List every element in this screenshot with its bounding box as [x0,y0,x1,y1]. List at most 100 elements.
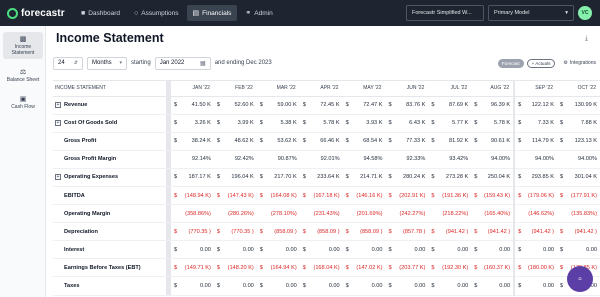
table-cell[interactable]: (231.43%) [299,204,343,224]
table-cell[interactable]: $273.28 K [428,168,472,187]
actuals-toggle[interactable]: + Actuals [526,58,556,68]
table-cell[interactable]: $90.61 K [471,132,515,151]
table-cell[interactable]: $59.00 K [256,96,300,115]
table-cell[interactable]: $41.50 K [171,96,214,115]
table-cell[interactable]: $3.93 K [342,114,386,133]
table-cell[interactable]: $3.26 K [171,114,214,133]
nav-item-dashboard[interactable]: ■ Dashboard [75,5,126,21]
table-cell[interactable]: $0.00 [171,240,214,260]
table-cell[interactable]: $5.38 K [256,114,300,133]
table-cell[interactable]: $0.00 [342,240,386,260]
table-cell[interactable]: $ (941.42 ) [428,222,472,242]
model-select[interactable]: Forecastr Simplified W... [406,5,484,21]
table-cell[interactable]: $ (179.06 K) [513,186,558,206]
chat-support-button[interactable]: ▫ [567,266,593,292]
table-cell[interactable]: $ (146.16 K) [342,186,386,206]
table-cell[interactable]: $293.85 K [513,168,558,187]
table-cell[interactable]: $ (167.18 K) [299,186,343,206]
table-cell[interactable]: $7.33 K [513,114,558,133]
table-cell[interactable]: $ (770.35 ) [171,222,214,242]
table-cell[interactable]: $250.04 K [471,168,515,187]
table-cell[interactable]: $68.54 K [342,132,386,151]
table-cell[interactable]: $ (160.37 K) [471,258,515,278]
expand-icon[interactable]: + [55,120,61,127]
table-cell[interactable]: $ (191.36 K) [428,186,472,206]
table-cell[interactable]: $ (168.04 K) [299,258,343,278]
table-cell[interactable]: $ (202.91 K) [385,186,429,206]
table-cell[interactable]: (280.26%) [213,204,257,224]
table-cell[interactable]: $196.04 K [213,168,257,187]
table-cell[interactable]: (135.83%) [557,204,600,224]
table-cell[interactable]: $0.00 [385,240,429,260]
table-cell[interactable]: 94.00% [471,150,515,169]
table-cell[interactable]: $0.00 [256,276,300,296]
table-cell[interactable]: $ (858.09 ) [342,222,386,242]
table-cell[interactable]: $217.70 K [256,168,300,187]
table-cell[interactable]: $0.00 [213,276,257,296]
table-cell[interactable]: $53.62 K [256,132,300,151]
table-cell[interactable]: $0.00 [342,276,386,296]
table-cell[interactable]: $52.60 K [213,96,257,115]
table-cell[interactable]: $ (159.43 K) [471,186,515,206]
table-cell[interactable]: $3.99 K [213,114,257,133]
table-cell[interactable]: $87.69 K [428,96,472,115]
sidebar-item-balance-sheet[interactable]: ⚖ Balance Sheet [3,65,43,86]
stepper-arrows-icon[interactable]: ⇵ [74,60,78,66]
table-cell[interactable]: $301.04 K [557,168,600,187]
table-cell[interactable]: $48.62 K [213,132,257,151]
table-cell[interactable]: (218.22%) [428,204,472,224]
version-select[interactable]: Primary Model ▾ [488,5,574,21]
table-cell[interactable]: $81.92 K [428,132,472,151]
table-cell[interactable]: $0.00 [385,276,429,296]
table-cell[interactable]: (242.27%) [385,204,429,224]
table-cell[interactable]: $ (858.09 ) [256,222,300,242]
table-cell[interactable]: $0.00 [513,240,558,260]
table-cell[interactable]: $0.00 [471,276,515,296]
table-cell[interactable]: $96.39 K [471,96,515,115]
table-cell[interactable]: $6.43 K [385,114,429,133]
table-cell[interactable]: $ (858.09 ) [299,222,343,242]
table-cell[interactable]: $0.00 [299,240,343,260]
user-avatar[interactable]: VC [578,6,592,20]
table-cell[interactable]: (278.10%) [256,204,300,224]
table-cell[interactable]: $ (941.42 ) [557,222,600,242]
table-cell[interactable]: $ (148.94 K) [171,186,214,206]
sidebar-item-income-statement[interactable]: ▩ Income Statement [3,32,43,59]
table-cell[interactable]: $0.00 [299,276,343,296]
table-cell[interactable]: $ (180.00 K) [513,258,558,278]
forecast-toggle[interactable]: Forecast [497,58,524,68]
table-cell[interactable]: 90.87% [256,150,300,169]
table-cell[interactable]: $0.00 [513,276,558,296]
table-cell[interactable]: $ (203.77 K) [385,258,429,278]
app-logo[interactable]: forecastr [7,7,67,19]
nav-item-financials[interactable]: ▤ Financials [186,5,238,21]
table-cell[interactable]: $0.00 [428,240,472,260]
table-cell[interactable]: $72.47 K [342,96,386,115]
start-date-picker[interactable]: Jan 2022 ▦ [154,56,211,70]
row-label-cell[interactable]: + Cost Of Goods Sold [53,114,167,133]
table-cell[interactable]: $ (770.35 ) [213,222,257,242]
table-cell[interactable]: $214.71 K [342,168,386,187]
table-cell[interactable]: $83.76 K [385,96,429,115]
table-cell[interactable]: (165.40%) [471,204,515,224]
table-cell[interactable]: $187.17 K [171,168,214,187]
table-cell[interactable]: $66.46 K [299,132,343,151]
table-cell[interactable]: $ (147.02 K) [342,258,386,278]
table-cell[interactable]: $ (164.08 K) [256,186,300,206]
table-cell[interactable]: $123.13 K [557,132,600,151]
table-cell[interactable]: $0.00 [557,240,600,260]
table-cell[interactable]: 92.01% [299,150,343,169]
table-cell[interactable]: $0.00 [171,276,214,296]
table-cell[interactable]: $38.24 K [171,132,214,151]
table-cell[interactable]: $ (164.94 K) [256,258,300,278]
table-cell[interactable]: 93.42% [428,150,472,169]
periods-stepper[interactable]: 24 ⇵ [53,56,83,70]
table-cell[interactable]: $0.00 [428,276,472,296]
table-cell[interactable]: $0.00 [256,240,300,260]
table-cell[interactable]: (358.86%) [171,204,214,224]
table-cell[interactable]: $122.12 K [513,96,558,115]
table-cell[interactable]: $0.00 [213,240,257,260]
table-cell[interactable]: 92.33% [385,150,429,169]
sidebar-item-cash-flow[interactable]: ▣ Cash Flow [3,92,43,113]
expand-icon[interactable]: + [55,102,61,109]
